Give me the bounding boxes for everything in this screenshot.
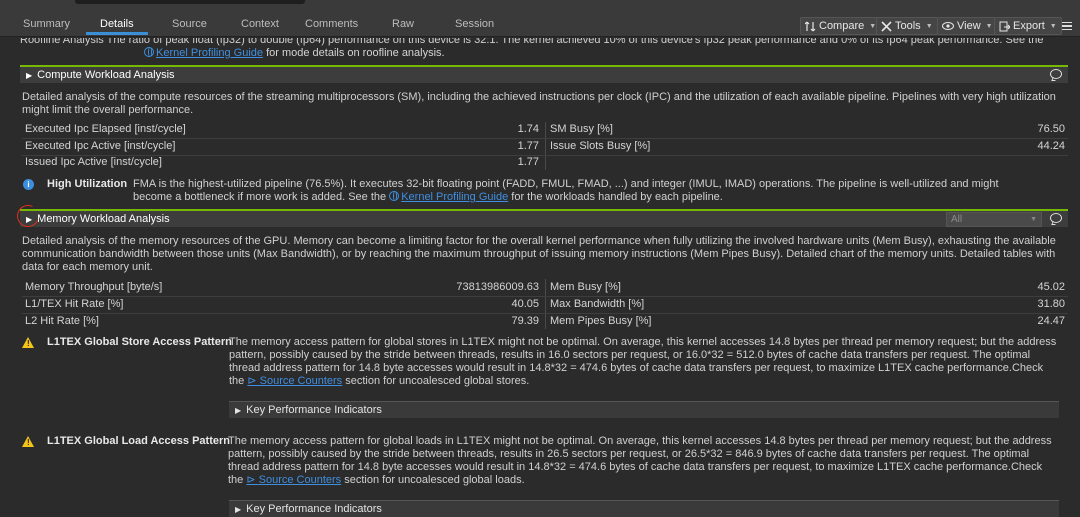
metric-value: 1.74: [517, 123, 539, 135]
metric-label: L1/TEX Hit Rate [%]: [25, 298, 124, 310]
metric-value: 1.77: [517, 140, 539, 152]
metric-label: Issued Ipc Active [inst/cycle]: [25, 156, 162, 168]
kpi-label: Key Performance Indicators: [246, 404, 382, 416]
memory-filter-select[interactable]: All ▼: [946, 212, 1042, 227]
metric-value: 45.02: [1037, 281, 1065, 293]
memory-section-header[interactable]: ▶ Memory Workload Analysis: [20, 209, 1068, 227]
info-icon: i: [23, 179, 34, 190]
metric-label: Executed Ipc Active [inst/cycle]: [25, 140, 176, 152]
metric-label: Mem Busy [%]: [550, 281, 621, 293]
expand-triangle-icon[interactable]: ▶: [235, 406, 241, 415]
roofline-text: Roofline Analysis The ratio of peak floa…: [20, 38, 1044, 46]
view-label: View: [957, 20, 981, 32]
compute-guide-link[interactable]: Kernel Profiling Guide: [401, 191, 508, 203]
rule-text: section for uncoalesced global stores.: [342, 375, 530, 387]
filter-value: All: [951, 214, 963, 225]
chevron-down-icon: ▼: [1030, 216, 1037, 223]
chevron-down-icon: ▼: [985, 22, 993, 30]
compare-icon: [805, 21, 816, 31]
table-row: Issued Ipc Active [inst/cycle] 1.77: [22, 155, 1068, 171]
export-icon: [999, 21, 1010, 31]
metric-label: Executed Ipc Elapsed [inst/cycle]: [25, 123, 186, 135]
metric-value: 73813986009.63: [456, 281, 539, 293]
tools-label: Tools: [895, 20, 921, 32]
globe-icon: [389, 191, 400, 201]
tab-session[interactable]: Session: [455, 18, 494, 30]
metric-label: L2 Hit Rate [%]: [25, 315, 99, 327]
comment-icon[interactable]: [1050, 213, 1062, 223]
table-row: Memory Throughput [byte/s] 73813986009.6…: [22, 280, 1068, 296]
compute-section-header[interactable]: ▶ Compute Workload Analysis: [20, 65, 1068, 83]
compare-button[interactable]: Compare ▼: [800, 17, 882, 35]
metric-label: Mem Pipes Busy [%]: [550, 315, 652, 327]
metric-label: Issue Slots Busy [%]: [550, 140, 651, 152]
metric-label: Memory Throughput [byte/s]: [25, 281, 163, 293]
compare-label: Compare: [819, 20, 865, 32]
rule-body: The memory access pattern for global loa…: [228, 435, 1058, 487]
details-content: Roofline Analysis The ratio of peak floa…: [0, 38, 1080, 517]
memory-section-title: Memory Workload Analysis: [37, 213, 170, 225]
metric-label: Max Bandwidth [%]: [550, 298, 645, 310]
metric-value: 76.50: [1037, 123, 1065, 135]
memory-description: Detailed analysis of the memory resource…: [22, 235, 1056, 273]
source-counters-link[interactable]: ⊳ Source Counters: [247, 375, 342, 387]
rule-title: High Utilization: [47, 178, 128, 190]
link-text: Source Counters: [258, 474, 342, 486]
metric-value: 44.24: [1037, 140, 1065, 152]
rule-body: The memory access pattern for global sto…: [229, 336, 1059, 388]
table-row: L2 Hit Rate [%] 79.39 Mem Pipes Busy [%]…: [22, 314, 1068, 330]
globe-icon: [144, 47, 154, 57]
compute-description: Detailed analysis of the compute resourc…: [22, 91, 1056, 116]
expand-triangle-icon[interactable]: ▶: [235, 505, 241, 514]
view-button[interactable]: View ▼: [937, 17, 998, 35]
roofline-cut-text: Roofline Analysis The ratio of peak floa…: [20, 38, 1070, 46]
warning-icon: [22, 436, 34, 447]
warning-icon: [22, 337, 34, 348]
metric-value: 79.39: [511, 315, 539, 327]
rule-text: for the workloads handled by each pipeli…: [508, 191, 723, 203]
tab-raw[interactable]: Raw: [392, 18, 414, 30]
tab-comments[interactable]: Comments: [305, 18, 358, 30]
window-strip: [75, 0, 305, 4]
export-button[interactable]: Export ▼: [994, 17, 1062, 35]
roofline-guide-link[interactable]: Kernel Profiling Guide: [156, 47, 263, 59]
kpi-expander[interactable]: ▶ Key Performance Indicators: [229, 401, 1059, 418]
table-row: L1/TEX Hit Rate [%] 40.05 Max Bandwidth …: [22, 297, 1068, 313]
eye-icon: [942, 22, 954, 30]
rule-title: L1TEX Global Load Access Pattern: [47, 435, 230, 447]
export-label: Export: [1013, 20, 1045, 32]
tab-source[interactable]: Source: [172, 18, 207, 30]
metric-value: 31.80: [1037, 298, 1065, 310]
active-tab-indicator: [86, 32, 148, 35]
tab-summary[interactable]: Summary: [23, 18, 70, 30]
rule-body: FMA is the highest-utilized pipeline (76…: [133, 178, 1033, 204]
compute-section-title: Compute Workload Analysis: [37, 69, 175, 81]
kpi-label: Key Performance Indicators: [246, 503, 382, 515]
roofline-suffix: for mode details on roofline analysis.: [263, 47, 445, 59]
metric-value: 24.47: [1037, 315, 1065, 327]
roofline-link-line: Kernel Profiling Guide for mode details …: [144, 47, 445, 59]
tab-context[interactable]: Context: [241, 18, 279, 30]
rule-title: L1TEX Global Store Access Pattern: [47, 336, 232, 348]
source-counters-link[interactable]: ⊳ Source Counters: [246, 474, 341, 486]
chevron-down-icon: ▼: [1049, 22, 1057, 30]
metric-value: 1.77: [517, 156, 539, 168]
rule-text: section for uncoalesced global loads.: [341, 474, 525, 486]
link-text: Source Counters: [259, 375, 343, 387]
kpi-expander[interactable]: ▶ Key Performance Indicators: [229, 500, 1059, 517]
expand-triangle-icon[interactable]: ▶: [26, 71, 32, 80]
tools-button[interactable]: Tools ▼: [876, 17, 938, 35]
chevron-down-icon: ▼: [925, 22, 933, 30]
metric-value: 40.05: [511, 298, 539, 310]
tab-details[interactable]: Details: [100, 18, 134, 30]
hamburger-menu-icon[interactable]: [1058, 17, 1076, 35]
table-row: Executed Ipc Elapsed [inst/cycle] 1.74 S…: [22, 122, 1068, 138]
metric-label: SM Busy [%]: [550, 123, 613, 135]
tools-icon: [881, 20, 892, 32]
comment-icon[interactable]: [1050, 69, 1062, 79]
table-row: Executed Ipc Active [inst/cycle] 1.77 Is…: [22, 139, 1068, 155]
top-tab-bar: Summary Details Source Context Comments …: [0, 0, 1080, 37]
